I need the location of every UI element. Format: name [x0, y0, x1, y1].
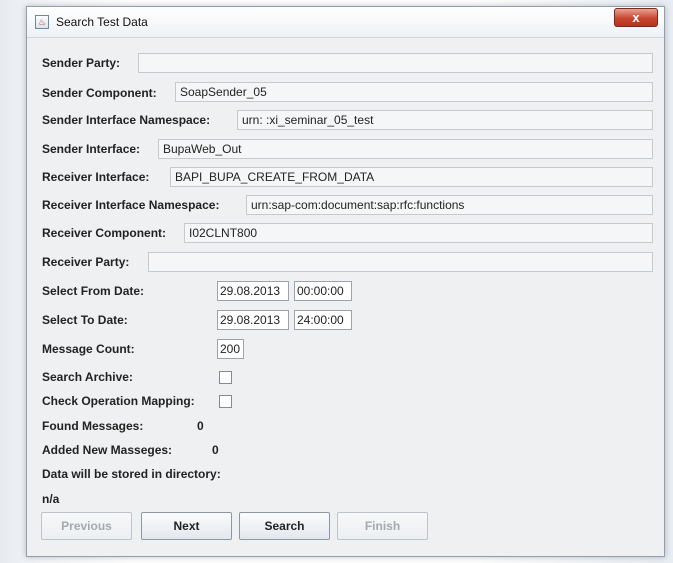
- sender-interface-namespace-field[interactable]: urn: :xi_seminar_05_test: [237, 110, 653, 130]
- finish-button[interactable]: Finish: [337, 512, 428, 540]
- window-title: Search Test Data: [56, 15, 148, 29]
- receiver-interface-namespace-label: Receiver Interface Namespace:: [42, 198, 220, 212]
- directory-value: n/a: [42, 492, 60, 506]
- to-time-input[interactable]: 24:00:00: [294, 310, 352, 330]
- message-count-input[interactable]: 200: [217, 339, 244, 359]
- receiver-interface-namespace-field[interactable]: urn:sap-com:document:sap:rfc:functions: [246, 195, 653, 215]
- select-to-date-label: Select To Date:: [42, 313, 128, 327]
- title-bar[interactable]: ♨ Search Test Data x: [27, 7, 664, 38]
- sender-interface-label: Sender Interface:: [42, 142, 141, 156]
- receiver-component-label: Receiver Component:: [42, 226, 167, 240]
- next-button[interactable]: Next: [141, 512, 232, 540]
- from-date-input[interactable]: 29.08.2013: [217, 281, 289, 301]
- to-date-input[interactable]: 29.08.2013: [217, 310, 289, 330]
- sender-party-label: Sender Party:: [42, 56, 121, 70]
- from-time-input[interactable]: 00:00:00: [294, 281, 352, 301]
- added-new-messages-label: Added New Masseges:: [42, 443, 173, 457]
- receiver-party-field[interactable]: [148, 252, 653, 272]
- receiver-party-label: Receiver Party:: [42, 255, 130, 269]
- sender-party-field[interactable]: [138, 53, 653, 73]
- directory-label: Data will be stored in directory:: [42, 467, 221, 481]
- check-operation-mapping-label: Check Operation Mapping:: [42, 394, 195, 408]
- sender-component-label: Sender Component:: [42, 86, 157, 100]
- message-count-label: Message Count:: [42, 342, 135, 356]
- receiver-interface-field[interactable]: BAPI_BUPA_CREATE_FROM_DATA: [170, 167, 653, 187]
- sender-interface-field[interactable]: BupaWeb_Out: [158, 139, 653, 159]
- search-archive-label: Search Archive:: [42, 370, 133, 384]
- search-test-data-dialog: ♨ Search Test Data x Sender Party: Sende…: [26, 6, 665, 557]
- search-archive-checkbox[interactable]: [219, 371, 232, 384]
- previous-button[interactable]: Previous: [41, 512, 132, 540]
- sender-interface-namespace-label: Sender Interface Namespace:: [42, 113, 211, 127]
- found-messages-count: 0: [197, 419, 204, 433]
- sender-component-field[interactable]: SoapSender_05: [175, 82, 653, 102]
- check-operation-mapping-checkbox[interactable]: [219, 395, 232, 408]
- found-messages-label: Found Messages:: [42, 419, 144, 433]
- added-new-messages-count: 0: [212, 443, 219, 457]
- close-button[interactable]: x: [614, 8, 658, 27]
- receiver-interface-label: Receiver Interface:: [42, 170, 150, 184]
- search-button[interactable]: Search: [239, 512, 330, 540]
- select-from-date-label: Select From Date:: [42, 284, 145, 298]
- java-app-icon: ♨: [35, 15, 49, 29]
- receiver-component-field[interactable]: I02CLNT800: [184, 223, 653, 243]
- form-panel: Sender Party: Sender Component: SoapSend…: [27, 38, 664, 556]
